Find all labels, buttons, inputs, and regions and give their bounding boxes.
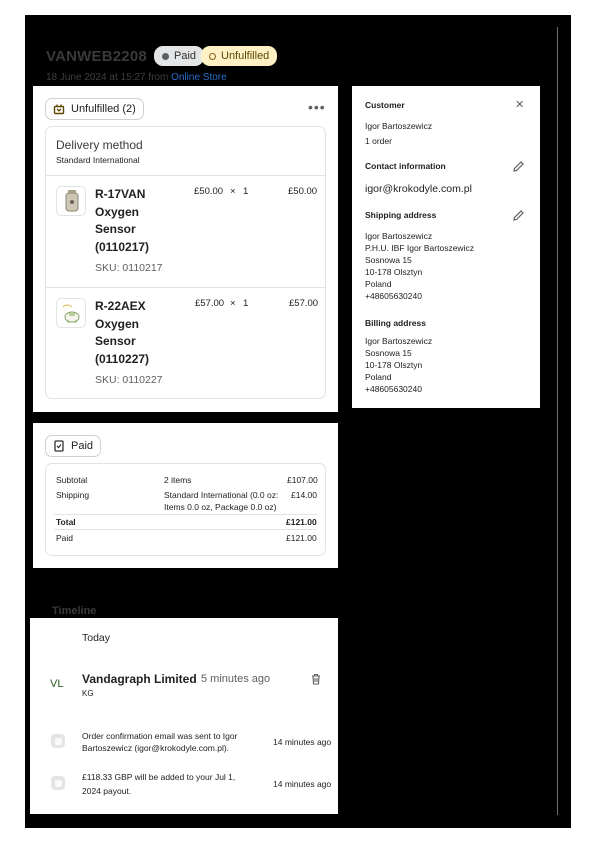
- shipping-value: £14.00: [291, 490, 317, 500]
- divider: [54, 529, 317, 530]
- timeline-event-text: £118.33 GBP will be added to your Jul 1,: [82, 772, 236, 782]
- comment-time: 5 minutes ago: [201, 673, 271, 685]
- order-date: 18 June 2024 at 15:27 from: [46, 72, 172, 83]
- shipping-address-line: Sosnowa 15: [365, 255, 412, 265]
- comment-author: Vandagraph Limited: [82, 672, 197, 686]
- line-item: R-17VAN Oxygen Sensor (0110217) SKU: 011…: [46, 176, 325, 287]
- billing-phone: +48605630240: [365, 384, 422, 394]
- shipping-address-line: P.H.U. IBF Igor Bartoszewicz: [365, 243, 474, 253]
- paid-status-label: Paid: [71, 440, 94, 452]
- billing-address-line: Igor Bartoszewicz: [365, 336, 433, 346]
- dot-icon: [162, 52, 169, 60]
- total-label: Total: [56, 517, 76, 527]
- customer-order-count: 1 order: [365, 136, 392, 146]
- customer-name-link[interactable]: Igor Bartoszewicz: [365, 121, 432, 131]
- order-date-line: 18 June 2024 at 15:27 from Online Store: [46, 72, 227, 83]
- quantity: 1: [243, 298, 249, 309]
- subtotal-value: £107.00: [287, 475, 318, 485]
- timeline-event-time: 14 minutes ago: [273, 737, 332, 747]
- receipt-icon: [53, 440, 65, 452]
- timeline-event-marker: [51, 776, 65, 790]
- timeline-event-text: Order confirmation email was sent to Igo…: [82, 731, 238, 741]
- ring-icon: [209, 52, 216, 60]
- line-total: £50.00: [288, 186, 318, 197]
- times-sign: ×: [230, 298, 236, 309]
- shipping-address-line: Poland: [365, 279, 392, 289]
- order-id: VANWEB2208: [46, 48, 147, 65]
- product-thumbnail: [56, 186, 86, 216]
- unit-price: £57.00: [195, 298, 225, 309]
- product-name-link[interactable]: R-17VAN Oxygen Sensor (0110217): [95, 186, 175, 256]
- sales-channel-link[interactable]: Online Store: [171, 72, 227, 83]
- timeline-event-time: 14 minutes ago: [273, 779, 332, 789]
- product-thumbnail: [56, 298, 86, 328]
- shipping-label: Shipping: [56, 490, 90, 500]
- edit-shipping-pencil-icon[interactable]: [512, 209, 525, 222]
- shipping-description: Standard International (0.0 oz:: [164, 490, 279, 500]
- fulfillment-status-badge: Unfulfilled: [201, 46, 278, 66]
- line-total: £57.00: [289, 298, 319, 309]
- payment-status-label: Paid: [174, 50, 197, 62]
- shipping-address-line: Igor Bartoszewicz: [365, 231, 433, 241]
- product-sku: SKU: 0110217: [95, 262, 163, 274]
- delivery-method-value: Standard International: [56, 155, 140, 165]
- timeline-heading: Timeline: [52, 605, 97, 617]
- customer-panel: Customer ✕ Igor Bartoszewicz 1 order Con…: [352, 86, 540, 408]
- scroll-track[interactable]: [557, 27, 558, 815]
- paid-status-pill: Paid: [45, 435, 102, 457]
- divider: [54, 514, 317, 515]
- subtotal-label: Subtotal: [56, 475, 88, 485]
- timeline-event-text: Bartoszewicz (igor@krokodyle.com.pl).: [82, 743, 230, 753]
- paid-label: Paid: [56, 533, 74, 543]
- billing-address-heading: Billing address: [365, 318, 426, 328]
- billing-address-line: Sosnowa 15: [365, 348, 412, 358]
- contact-email[interactable]: igor@krokodyle.com.pl: [365, 183, 472, 195]
- fulfillment-panel: Unfulfilled (2) ••• Delivery method Stan…: [33, 86, 338, 412]
- unit-price: £50.00: [194, 186, 224, 197]
- payment-summary-card: Subtotal 2 items £107.00 Shipping Standa…: [45, 463, 326, 556]
- comment-text: KG: [82, 689, 94, 698]
- paid-value: £121.00: [286, 533, 317, 543]
- delivery-method-title: Delivery method: [56, 138, 143, 152]
- edit-contact-pencil-icon[interactable]: [512, 160, 525, 173]
- times-sign: ×: [230, 186, 236, 197]
- customer-heading: Customer: [365, 100, 405, 110]
- timeline-day: Today: [82, 632, 111, 644]
- unfulfilled-status-label: Unfulfilled (2): [71, 103, 136, 115]
- billing-address-line: 10-178 Olsztyn: [365, 360, 423, 370]
- product-sku: SKU: 0110227: [95, 374, 163, 386]
- billing-address-line: Poland: [365, 372, 392, 382]
- contact-heading: Contact information: [365, 161, 446, 171]
- shipping-description: Items 0.0 oz, Package 0.0 oz): [164, 502, 277, 512]
- author-initials: VL: [50, 678, 64, 690]
- total-value: £121.00: [286, 517, 317, 527]
- timeline-panel: Today VL Vandagraph Limited 5 minutes ag…: [30, 618, 338, 814]
- subtotal-items: 2 items: [164, 475, 192, 485]
- more-actions-button[interactable]: •••: [308, 99, 326, 115]
- payment-status-badge: Paid: [154, 46, 205, 66]
- product-name-link[interactable]: R-22AEX Oxygen Sensor (0110227): [95, 298, 175, 368]
- line-item: R-22AEX Oxygen Sensor (0110227) SKU: 011…: [46, 288, 325, 399]
- quantity: 1: [243, 186, 249, 197]
- timeline-event-text: 2024 payout.: [82, 786, 132, 796]
- close-icon[interactable]: ✕: [515, 98, 524, 111]
- payment-panel: Paid Subtotal 2 items £107.00 Shipping S…: [33, 423, 338, 568]
- shipping-phone: +48605630240: [365, 291, 422, 301]
- unfulfilled-status-pill: Unfulfilled (2): [45, 98, 144, 120]
- delete-comment-trash-icon[interactable]: [310, 672, 322, 685]
- shipping-address-heading: Shipping address: [365, 210, 437, 220]
- timeline-event-marker: [51, 734, 65, 748]
- package-icon: [53, 103, 65, 115]
- fulfillment-status-label: Unfulfilled: [221, 50, 270, 62]
- fulfillment-card: Delivery method Standard International R…: [45, 126, 326, 399]
- shipping-address-line: 10-178 Olsztyn: [365, 267, 423, 277]
